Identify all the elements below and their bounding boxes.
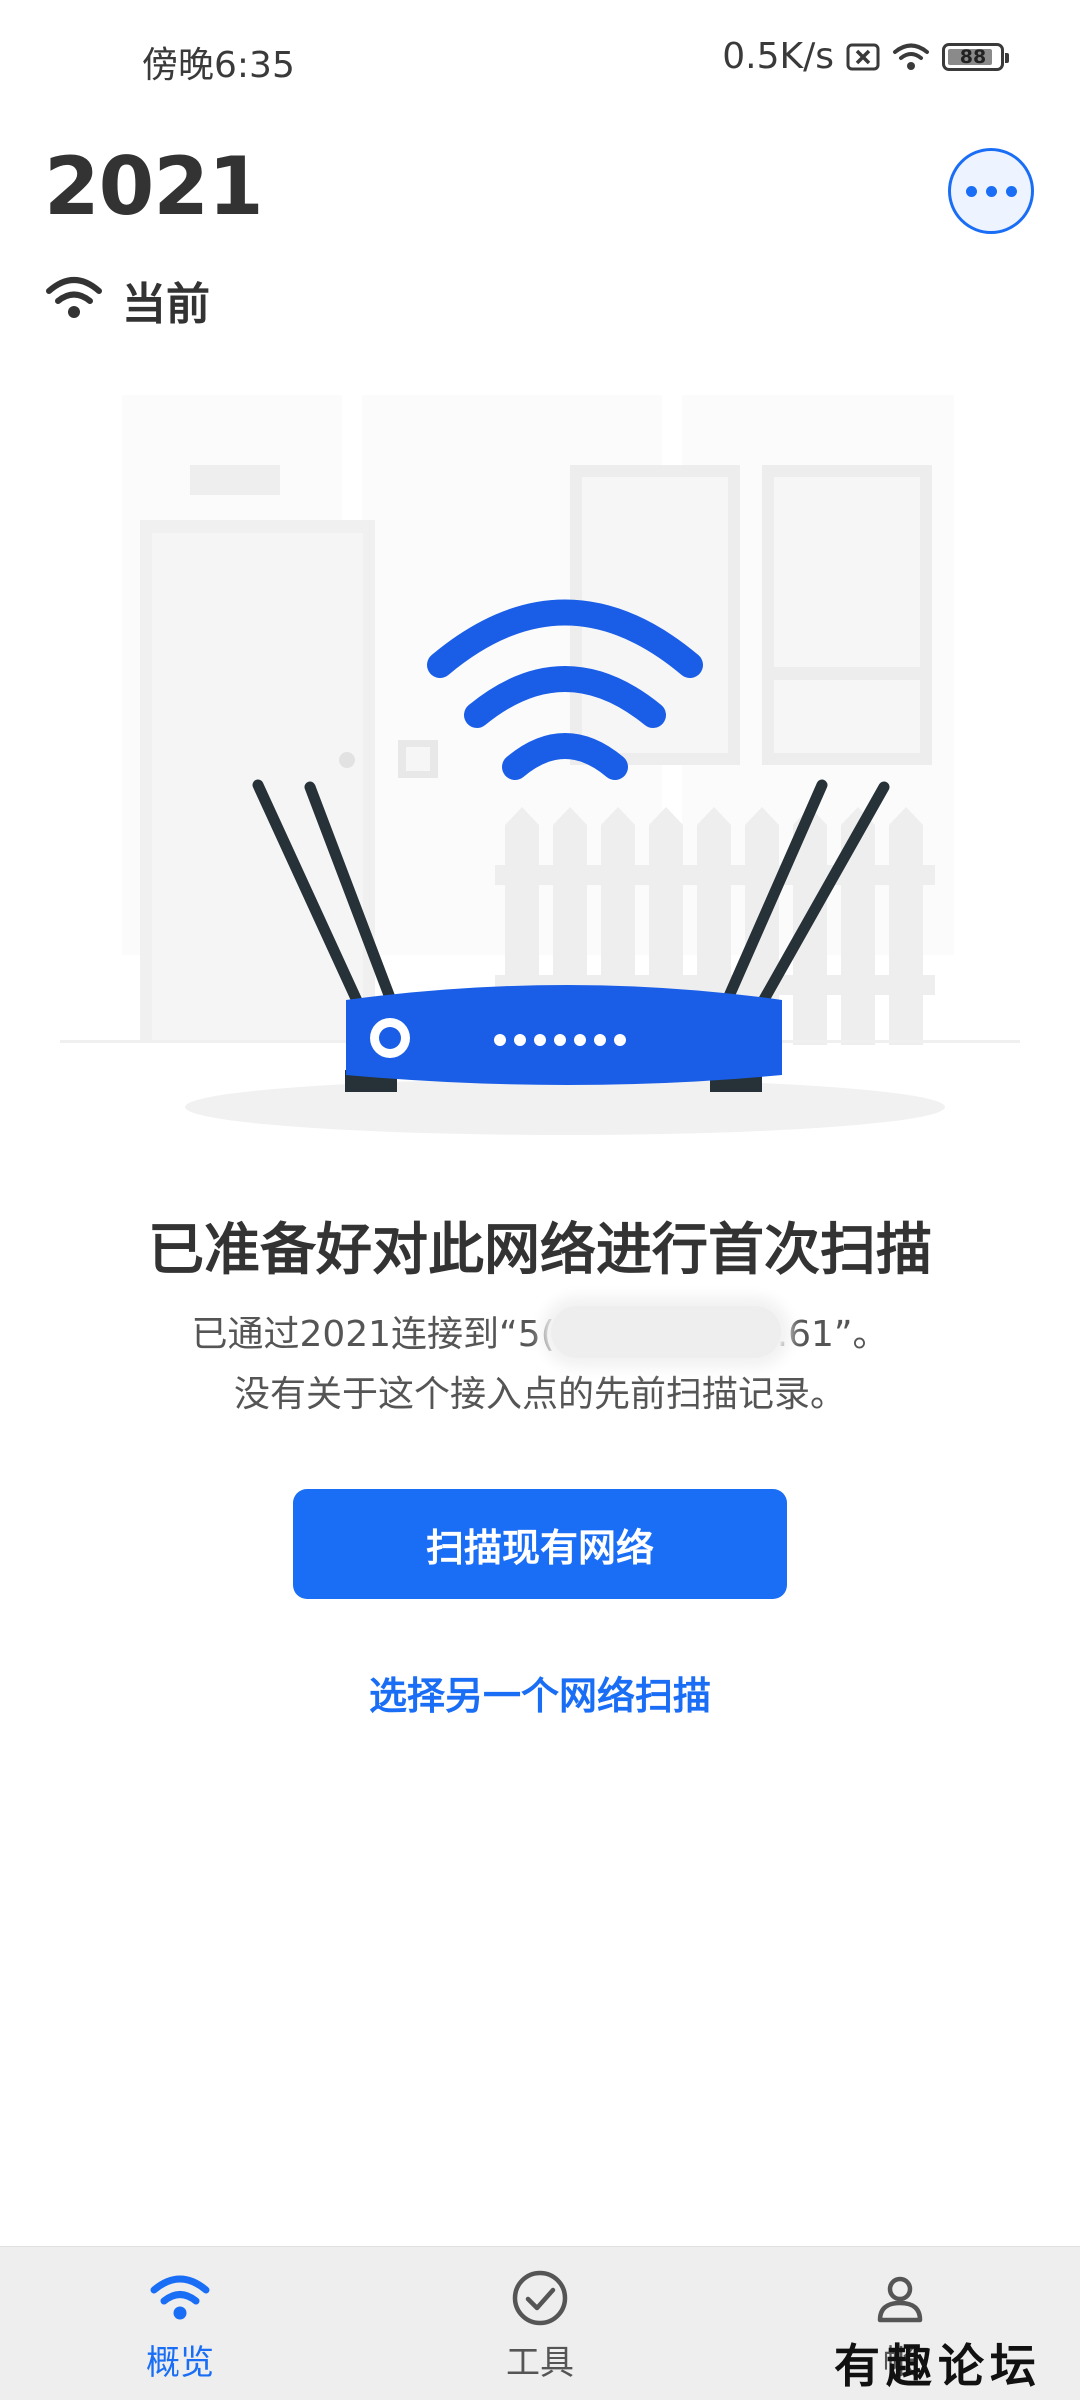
connection-info: 已通过2021连接到“5( .61”。: [0, 1305, 1080, 1365]
nav-overview-label: 概览: [146, 2343, 214, 2383]
current-label: 当前: [122, 279, 210, 330]
status-bar: 傍晚6:35 0.5K/s 88: [0, 0, 1080, 120]
nav-overview[interactable]: 概览: [80, 2247, 280, 2401]
no-history-text: 没有关于这个接入点的先前扫描记录。: [233, 1374, 846, 1415]
network-name: 2021: [44, 140, 264, 233]
wifi-icon: [892, 42, 930, 72]
status-time: 傍晚6:35: [142, 45, 295, 86]
scan-ready-headline: 已准备好对此网络进行首次扫描: [148, 1218, 932, 1283]
connection-info-prefix: 已通过2021连接到“5(: [191, 1314, 555, 1355]
wifi-icon: [149, 2267, 211, 2329]
redacted-network-name: [550, 1306, 781, 1358]
battery-level: 88: [959, 45, 987, 68]
more-dot: [1005, 185, 1017, 197]
current-network-status: 当前: [44, 268, 210, 332]
router-illustration: [40, 395, 1040, 1145]
connection-info-suffix: .61”。: [776, 1314, 889, 1355]
nav-tools[interactable]: 工具: [440, 2247, 640, 2401]
more-options-button[interactable]: [948, 148, 1034, 234]
check-circle-icon: [510, 2267, 570, 2329]
nav-tools-label: 工具: [506, 2343, 574, 2383]
choose-other-network-link[interactable]: 选择另一个网络扫描: [0, 1665, 1080, 1720]
battery-icon: 88: [942, 42, 1009, 71]
sim-x-icon: [846, 42, 880, 72]
status-indicators: 0.5K/s 88: [722, 36, 1009, 77]
person-icon: [872, 2267, 928, 2329]
wifi-icon: [44, 275, 104, 325]
forum-watermark: 有趣论坛: [834, 2339, 1042, 2393]
more-dots-icon: [965, 185, 977, 197]
more-dot: [985, 185, 997, 197]
scan-current-network-button[interactable]: 扫描现有网络: [293, 1489, 787, 1599]
net-speed: 0.5K/s: [722, 36, 834, 77]
scan-description: 已通过2021连接到“5( .61”。 没有关于这个接入点的先前扫描记录。: [0, 1305, 1080, 1425]
